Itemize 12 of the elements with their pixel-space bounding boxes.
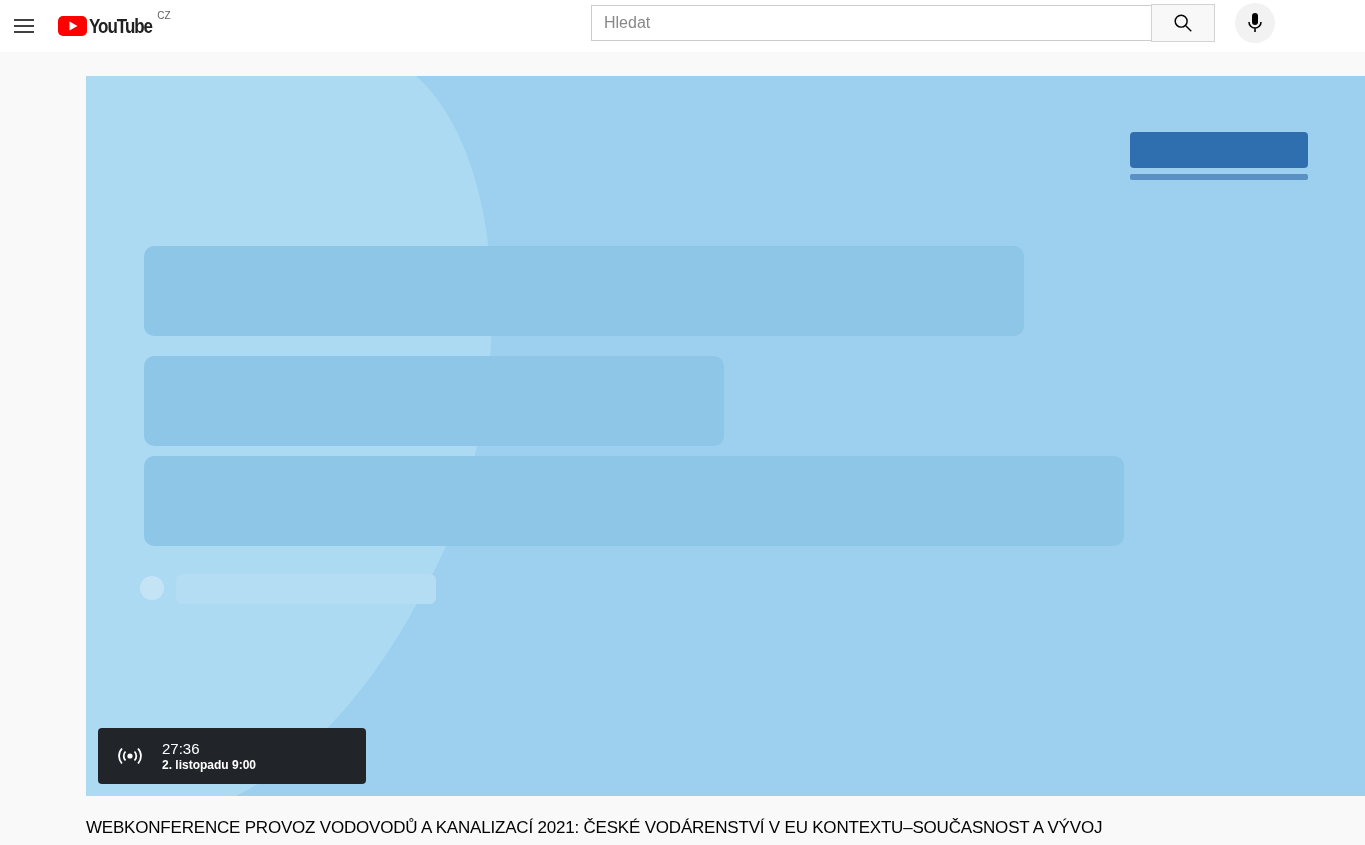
video-title: WEBKONFERENCE PROVOZ VODOVODŮ A KANALIZACÍ 2021: ČESKÉ VODÁRENSTVÍ V EU KONTEXTU–SOUČASNOST A VÝVOJ (86, 818, 1104, 838)
youtube-logo[interactable]: YouTube CZ (58, 12, 171, 40)
search-field[interactable]: Hledat (591, 5, 1151, 41)
countdown-time: 27:36 (162, 739, 201, 758)
search-icon (1172, 12, 1194, 34)
microphone-icon (1245, 11, 1265, 35)
search-button[interactable] (1151, 4, 1215, 42)
menu-button[interactable] (14, 18, 34, 34)
broadcast-icon (118, 747, 142, 765)
scheduled-date: 2. listopadu 9:00 (162, 757, 257, 773)
microphone-button[interactable] (1235, 3, 1275, 43)
menu-icon (14, 18, 34, 34)
